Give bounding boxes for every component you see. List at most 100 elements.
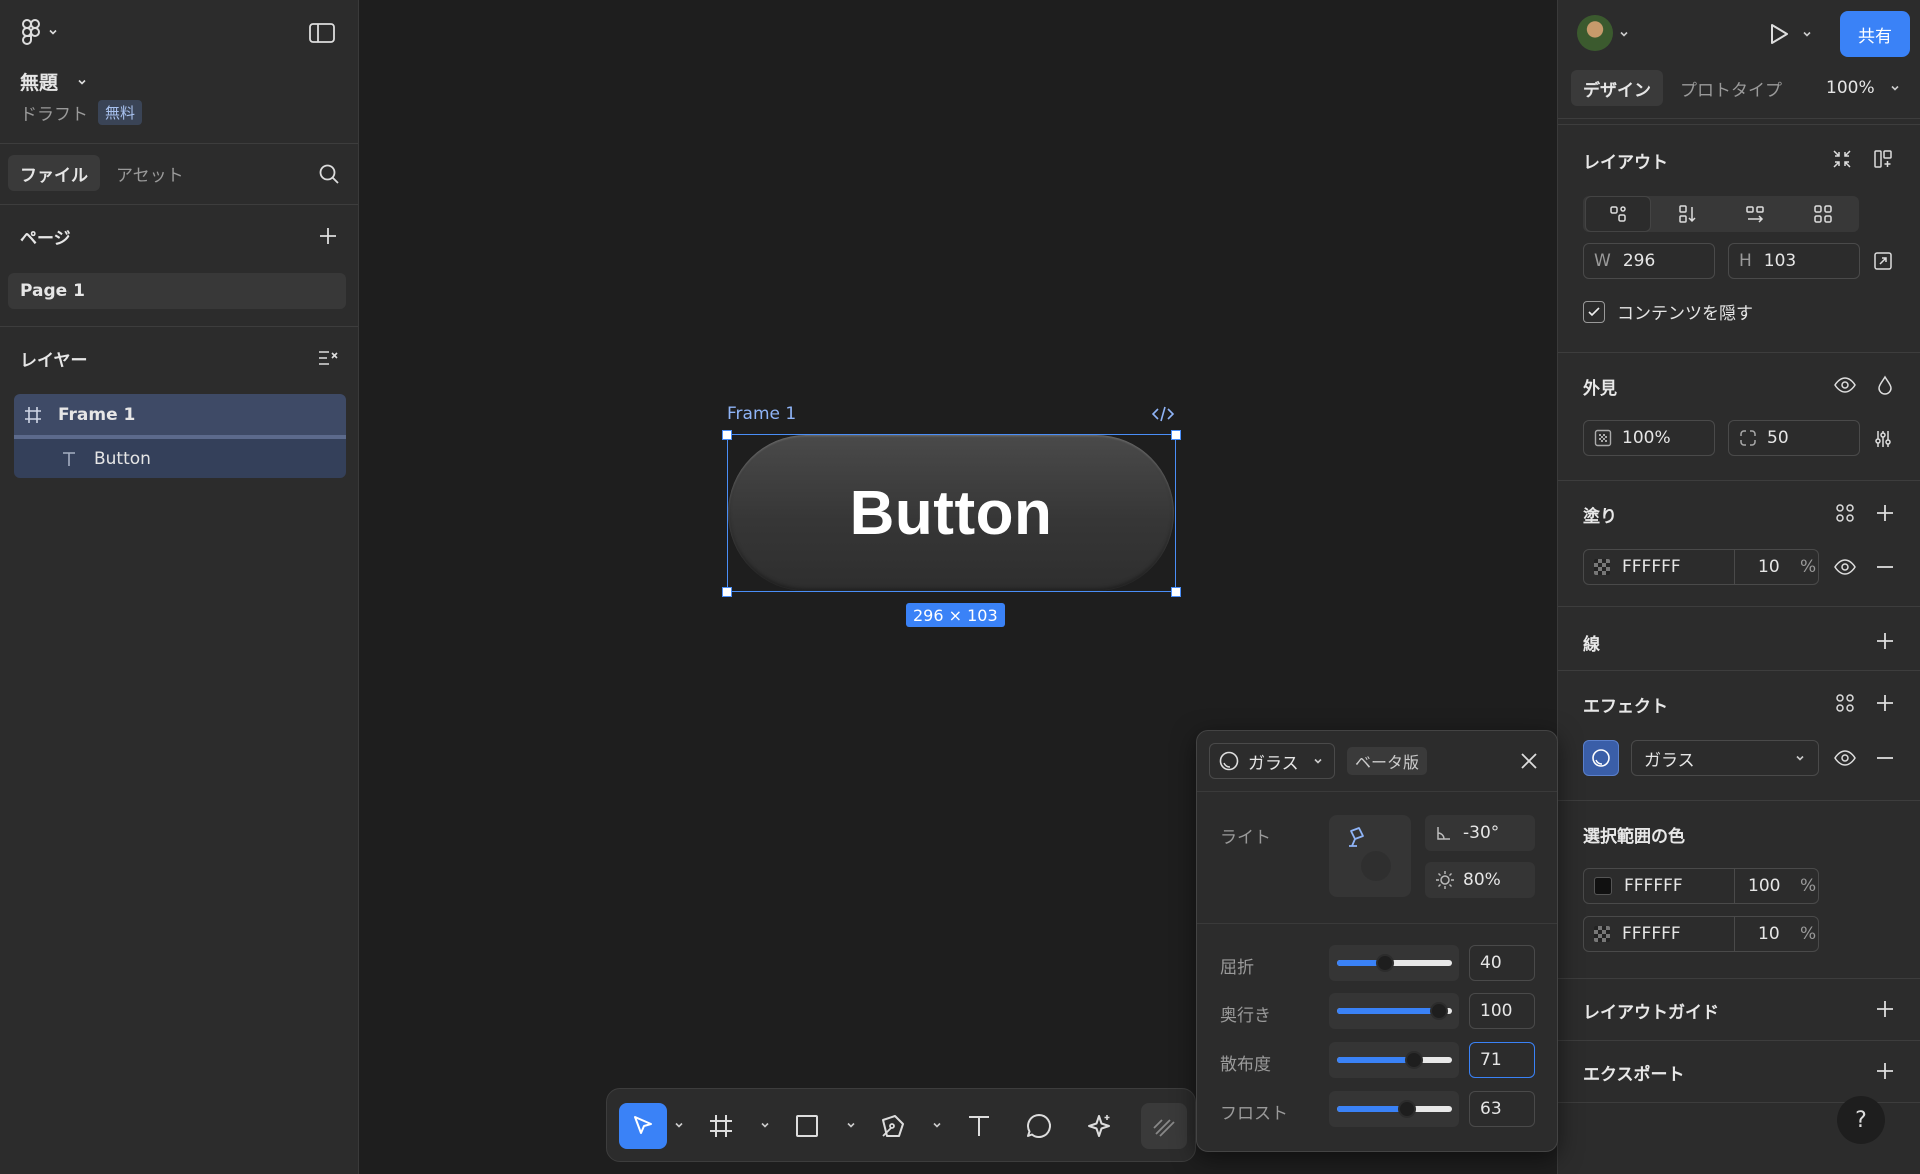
chevron-down-icon[interactable] [1801, 28, 1813, 40]
move-tool-button[interactable] [619, 1103, 667, 1149]
chevron-down-icon[interactable] [759, 1119, 771, 1131]
beta-badge: ベータ版 [1347, 747, 1428, 775]
page-item-1[interactable]: Page 1 [8, 273, 346, 309]
fill-swatch[interactable] [1594, 559, 1610, 575]
add-export-button[interactable] [1872, 1058, 1898, 1084]
light-intensity-field[interactable]: 80% [1425, 862, 1535, 898]
fill-styles-button[interactable] [1832, 500, 1858, 526]
param-slider[interactable] [1337, 1098, 1452, 1120]
checkbox-box[interactable] [1583, 300, 1605, 323]
tab-prototype[interactable]: プロトタイプ [1670, 70, 1792, 106]
ai-tool-button[interactable] [1077, 1103, 1121, 1149]
frame-label[interactable]: Frame 1 [727, 404, 796, 424]
add-fill-button[interactable] [1872, 500, 1898, 526]
help-button[interactable]: ? [1837, 1096, 1885, 1144]
light-direction-picker[interactable] [1329, 815, 1411, 897]
dev-mode-button[interactable] [1150, 403, 1176, 425]
corner-radius-value: 50 [1767, 428, 1789, 448]
share-button[interactable]: 共有 [1840, 11, 1910, 57]
layout-vertical-button[interactable] [1653, 196, 1721, 232]
layout-horizontal-button[interactable] [1721, 196, 1789, 232]
param-slider[interactable] [1337, 1049, 1452, 1071]
add-page-button[interactable] [314, 222, 342, 250]
text-tool-button[interactable] [957, 1103, 1001, 1149]
slider-knob[interactable] [1430, 1002, 1448, 1020]
toggle-fill-visibility-button[interactable] [1832, 554, 1858, 580]
blend-mode-button[interactable] [1872, 372, 1898, 398]
height-field[interactable]: H 103 [1728, 243, 1860, 279]
toggle-visibility-button[interactable] [1832, 372, 1858, 398]
opacity-icon [1594, 429, 1612, 447]
clip-content-checkbox[interactable]: コンテンツを隠す [1583, 299, 1753, 324]
resize-handle[interactable] [1171, 430, 1181, 440]
toggle-effect-visibility-button[interactable] [1832, 745, 1858, 771]
add-effect-button[interactable] [1872, 690, 1898, 716]
layout-grid-button[interactable] [1789, 196, 1857, 232]
effect-settings-button[interactable] [1583, 740, 1619, 776]
layout-freeform-button[interactable] [1585, 196, 1651, 232]
tab-file[interactable]: ファイル [8, 155, 100, 191]
file-title-dropdown[interactable]: 無題 [20, 68, 88, 95]
corner-radius-field[interactable]: 50 [1728, 420, 1860, 456]
avatar[interactable] [1577, 15, 1613, 51]
chevron-down-icon[interactable] [673, 1119, 685, 1131]
divider [1558, 118, 1920, 119]
toggle-sidebar-button[interactable] [306, 20, 338, 46]
sidebar-icon [309, 23, 335, 43]
param-value-field[interactable]: 71 [1469, 1042, 1535, 1078]
main-menu-button[interactable] [18, 18, 62, 46]
add-stroke-button[interactable] [1872, 628, 1898, 654]
tab-design[interactable]: デザイン [1571, 70, 1663, 106]
fill-color-field[interactable]: FFFFFF 10 % [1583, 549, 1819, 585]
fill-opacity: 10 [1758, 557, 1780, 577]
rectangle-tool-icon [796, 1115, 818, 1137]
opacity-value: 100% [1622, 428, 1671, 448]
width-field[interactable]: W 296 [1583, 243, 1715, 279]
search-button[interactable] [314, 160, 344, 188]
light-angle-field[interactable]: -30° [1425, 815, 1535, 851]
layer-row-text[interactable]: Button [14, 439, 346, 478]
shape-tool-button[interactable] [785, 1103, 829, 1149]
opacity-field[interactable]: 100% [1583, 420, 1715, 456]
param-slider[interactable] [1337, 952, 1452, 974]
effect-styles-button[interactable] [1832, 690, 1858, 716]
remove-fill-button[interactable] [1872, 554, 1898, 580]
layer-options-button[interactable] [314, 344, 342, 372]
add-layout-guide-button[interactable] [1872, 996, 1898, 1022]
slider-knob[interactable] [1398, 1100, 1416, 1118]
draw-mode-button[interactable] [1141, 1103, 1187, 1149]
pen-tool-button[interactable] [871, 1103, 915, 1149]
present-button[interactable] [1764, 18, 1794, 50]
selection-color-row[interactable]: FFFFFF 100 % [1583, 868, 1819, 904]
comment-tool-button[interactable] [1017, 1103, 1061, 1149]
resize-handle[interactable] [722, 587, 732, 597]
chevron-down-icon[interactable] [931, 1119, 943, 1131]
effect-type-select[interactable]: ガラス [1209, 743, 1335, 779]
color-swatch[interactable] [1594, 926, 1610, 942]
effect-type-dropdown[interactable]: ガラス [1631, 740, 1819, 776]
frame-tool-button[interactable] [699, 1103, 743, 1149]
close-popover-button[interactable] [1515, 747, 1543, 775]
resize-to-fit-button[interactable] [1870, 248, 1896, 274]
param-value-field[interactable]: 40 [1469, 945, 1535, 981]
auto-layout-button[interactable] [1870, 146, 1896, 172]
color-swatch[interactable] [1594, 877, 1612, 895]
slider-knob[interactable] [1376, 954, 1394, 972]
selection-color-row[interactable]: FFFFFF 10 % [1583, 916, 1819, 952]
param-value-field[interactable]: 100 [1469, 993, 1535, 1029]
slider-fill [1337, 1008, 1439, 1014]
chevron-down-icon [49, 29, 57, 35]
resize-handle[interactable] [1171, 587, 1181, 597]
tab-assets[interactable]: アセット [104, 155, 196, 191]
layer-row-frame[interactable]: Frame 1 [14, 394, 346, 435]
remove-effect-button[interactable] [1872, 745, 1898, 771]
collapse-layout-button[interactable] [1829, 146, 1855, 172]
zoom-dropdown[interactable]: 100% [1826, 70, 1901, 106]
individual-corners-button[interactable] [1870, 426, 1896, 452]
chevron-down-icon[interactable] [1618, 28, 1630, 40]
slider-knob[interactable] [1405, 1051, 1423, 1069]
resize-handle[interactable] [722, 430, 732, 440]
param-value-field[interactable]: 63 [1469, 1091, 1535, 1127]
chevron-down-icon[interactable] [845, 1119, 857, 1131]
param-slider[interactable] [1337, 1000, 1452, 1022]
